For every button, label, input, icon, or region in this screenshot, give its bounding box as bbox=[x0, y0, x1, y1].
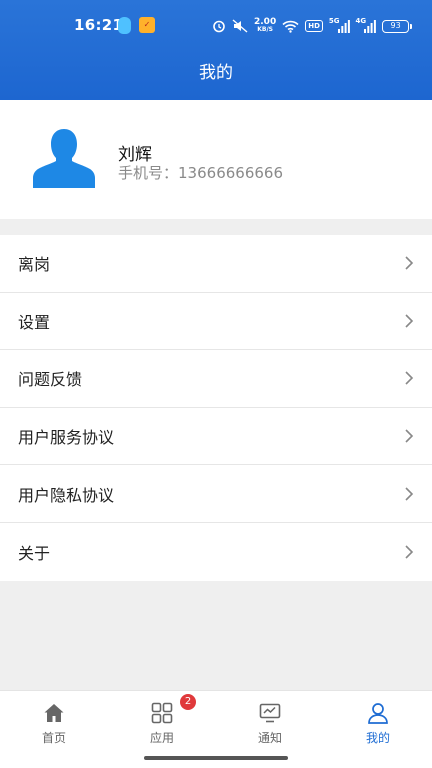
nav-tab-mine[interactable]: 我的 bbox=[324, 691, 432, 751]
home-indicator[interactable] bbox=[144, 756, 288, 760]
network-speed-unit: KB/S bbox=[257, 26, 273, 33]
menu-item-privacy-agreement[interactable]: 用户隐私协议 bbox=[0, 465, 432, 523]
menu-item-label: 离岗 bbox=[18, 255, 51, 275]
menu-item-service-agreement[interactable]: 用户服务协议 bbox=[0, 408, 432, 466]
home-icon bbox=[44, 704, 64, 722]
battery-indicator: 93 bbox=[382, 19, 413, 33]
menu-item-label: 设置 bbox=[18, 312, 51, 332]
chevron-right-icon bbox=[405, 545, 414, 559]
system-icons: 2.00 KB/S HD 5G 4G 93 bbox=[212, 17, 413, 35]
signal-icon: 4G bbox=[355, 17, 377, 34]
sim1-network-label: 5G bbox=[328, 17, 340, 25]
nav-tab-apps[interactable]: 2 应用 bbox=[108, 691, 216, 751]
menu-item-feedback[interactable]: 问题反馈 bbox=[0, 350, 432, 408]
apps-badge: 2 bbox=[180, 694, 196, 710]
menu-item-off-duty[interactable]: 离岗 bbox=[0, 235, 432, 293]
chevron-right-icon bbox=[405, 371, 414, 386]
nav-label: 首页 bbox=[41, 731, 66, 745]
nav-label: 我的 bbox=[365, 731, 390, 745]
menu-item-settings[interactable]: 设置 bbox=[0, 293, 432, 351]
alarm-icon bbox=[212, 18, 226, 34]
user-silhouette-icon bbox=[33, 129, 95, 188]
app-header: 16:21 ✓ 2.00 KB/S HD 5G 4G 93 我的 bbox=[0, 0, 432, 100]
menu-item-label: 关于 bbox=[18, 543, 51, 563]
chevron-right-icon bbox=[405, 487, 414, 501]
menu-item-label: 用户服务协议 bbox=[18, 428, 115, 448]
network-speed: 2.00 KB/S bbox=[254, 18, 276, 34]
nav-tab-notifications[interactable]: 通知 bbox=[216, 691, 324, 751]
network-speed-value: 2.00 bbox=[254, 17, 277, 27]
qq-icon bbox=[118, 17, 131, 34]
status-time: 16:21 bbox=[74, 16, 124, 34]
nav-label: 通知 bbox=[257, 731, 282, 745]
phone-label: 手机号： bbox=[118, 164, 179, 182]
person-icon bbox=[368, 703, 388, 724]
notification-icons: ✓ bbox=[118, 17, 155, 34]
signal-icon: 5G bbox=[328, 17, 350, 34]
page-title: 我的 bbox=[199, 63, 233, 83]
hd-voice-indicator: HD bbox=[305, 20, 323, 32]
profile-card[interactable]: 刘辉 手机号：13666666666 bbox=[0, 100, 432, 219]
nav-tab-home[interactable]: 首页 bbox=[0, 691, 108, 751]
menu-item-label: 用户隐私协议 bbox=[18, 485, 115, 505]
sim2-network-label: 4G bbox=[355, 17, 367, 25]
apps-grid-icon bbox=[151, 702, 173, 724]
status-bar: 16:21 ✓ 2.00 KB/S HD 5G 4G 93 bbox=[0, 0, 432, 52]
settings-menu: 离岗 设置 问题反馈 用户服务协议 用户隐私协议 关于 bbox=[0, 235, 432, 581]
nav-label: 应用 bbox=[149, 731, 174, 745]
chevron-right-icon bbox=[405, 429, 414, 443]
monitor-chart-icon bbox=[259, 703, 281, 723]
chevron-right-icon bbox=[405, 256, 414, 270]
app-badge-icon: ✓ bbox=[139, 17, 155, 33]
user-phone: 手机号：13666666666 bbox=[118, 162, 283, 183]
mute-icon bbox=[232, 18, 248, 34]
phone-number: 13666666666 bbox=[178, 164, 283, 182]
chevron-right-icon bbox=[405, 314, 414, 328]
wifi-icon bbox=[282, 18, 299, 34]
menu-item-about[interactable]: 关于 bbox=[0, 523, 432, 581]
menu-item-label: 问题反馈 bbox=[18, 370, 83, 390]
